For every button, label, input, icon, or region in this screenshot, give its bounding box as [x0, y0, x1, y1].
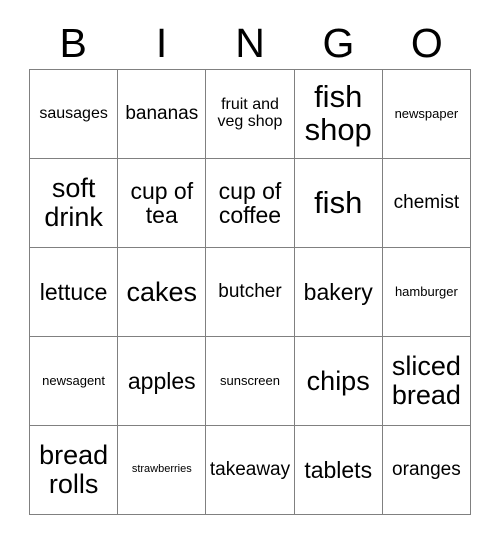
- bingo-cell-label: fish: [314, 184, 363, 220]
- bingo-cell[interactable]: chips: [294, 337, 383, 426]
- header-letter-g: G: [322, 19, 355, 66]
- bingo-cell-label: bakery: [303, 278, 373, 305]
- bingo-cell[interactable]: sausages: [30, 70, 119, 159]
- header-letter-i: I: [155, 19, 168, 66]
- bingo-cell[interactable]: fish: [294, 159, 383, 248]
- bingo-cell[interactable]: sunscreen: [206, 337, 295, 426]
- bingo-cell[interactable]: cup of coffee: [206, 159, 295, 248]
- bingo-cell-label: tablets: [304, 456, 373, 483]
- bingo-cell[interactable]: takeaway: [206, 426, 295, 515]
- bingo-cell-label: apples: [127, 367, 196, 394]
- bingo-cell[interactable]: hamburger: [382, 248, 471, 337]
- bingo-cell-label: sausages: [39, 104, 108, 122]
- bingo-cell-label: lettuce: [39, 278, 108, 305]
- bingo-cell[interactable]: cup of tea: [118, 159, 207, 248]
- bingo-cell[interactable]: newspaper: [382, 70, 471, 159]
- bingo-cell-label: sunscreen: [220, 373, 280, 389]
- bingo-cell[interactable]: bakery: [294, 248, 383, 337]
- bingo-cell-label: bread rolls: [39, 440, 109, 499]
- bingo-cell[interactable]: fruit and veg shop: [206, 70, 295, 159]
- bingo-cell[interactable]: lettuce: [30, 248, 119, 337]
- bingo-cell-label: fish shop: [304, 79, 372, 147]
- bingo-cell[interactable]: butcher: [206, 248, 295, 337]
- bingo-cell-label: takeaway: [209, 458, 291, 480]
- bingo-cell[interactable]: bananas: [118, 70, 207, 159]
- bingo-cell[interactable]: chemist: [382, 159, 471, 248]
- header-letter-n: N: [235, 19, 265, 66]
- bingo-cell[interactable]: soft drink: [30, 159, 119, 248]
- bingo-cell-label: bananas: [125, 102, 199, 124]
- bingo-cell-label: soft drink: [44, 173, 103, 232]
- bingo-cell[interactable]: bread rolls: [30, 426, 119, 515]
- bingo-cell[interactable]: tablets: [294, 426, 383, 515]
- bingo-card: B I N G O sausages bananas fruit and veg s…: [0, 0, 500, 544]
- bingo-cell[interactable]: newsagent: [30, 337, 119, 426]
- bingo-cell-label: chips: [306, 365, 370, 396]
- bingo-cell-label: cup of coffee: [218, 177, 282, 228]
- bingo-cell[interactable]: oranges: [382, 426, 471, 515]
- bingo-cell[interactable]: cakes: [118, 248, 207, 337]
- bingo-cell-label: chemist: [393, 191, 460, 213]
- bingo-cell[interactable]: apples: [118, 337, 207, 426]
- bingo-cell[interactable]: fish shop: [294, 70, 383, 159]
- header-letter-o: O: [410, 19, 443, 66]
- bingo-cell-label: strawberries: [131, 463, 192, 476]
- bingo-cell-label: newsagent: [42, 373, 106, 389]
- bingo-cell[interactable]: sliced bread: [382, 337, 471, 426]
- bingo-cell-label: hamburger: [394, 284, 458, 300]
- bingo-grid: sausages bananas fruit and veg shop fish sh…: [29, 69, 471, 515]
- bingo-header-letters: B I N G O: [29, 17, 471, 69]
- bingo-cell-label: sliced bread: [391, 351, 461, 410]
- header-letter-b: B: [59, 19, 87, 66]
- bingo-cell-label: oranges: [392, 458, 461, 480]
- bingo-cell-label: fruit and veg shop: [217, 96, 283, 130]
- bingo-cell-label: butcher: [218, 280, 282, 302]
- bingo-cell-label: newspaper: [394, 106, 459, 122]
- bingo-cell-label: cakes: [126, 276, 198, 307]
- bingo-cell[interactable]: strawberries: [118, 426, 207, 515]
- bingo-cell-label: cup of tea: [130, 177, 194, 228]
